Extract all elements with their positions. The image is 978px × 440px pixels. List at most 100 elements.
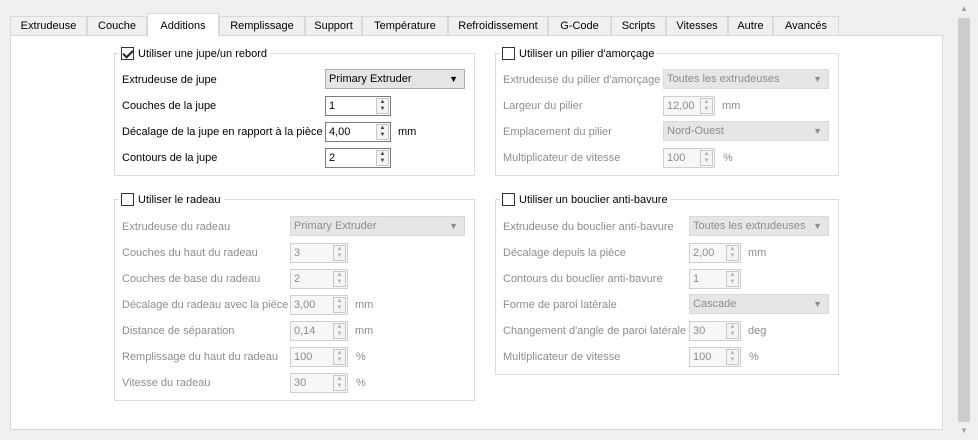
tab-temperature[interactable]: Température <box>362 16 448 36</box>
ooze-shield-extruder-select[interactable]: Toutes les extrudeuses ▼ <box>689 216 829 236</box>
tab-refroidissement[interactable]: Refroidissement <box>448 16 548 36</box>
raft-separation-spinbox[interactable]: 0,14 ▲ ▼ <box>290 321 348 341</box>
raft-base-layers-label: Couches de base du radeau <box>122 273 261 285</box>
prime-pillar-extruder-select[interactable]: Toutes les extrudeuses ▼ <box>663 69 829 89</box>
raft-top-infill-value: 100 <box>294 351 313 363</box>
raft-enable-checkbox[interactable] <box>121 193 134 206</box>
tab-avances[interactable]: Avancés <box>773 16 839 36</box>
raft-speed-label: Vitesse du radeau <box>122 377 211 389</box>
ooze-shield-speed-unit: % <box>749 351 759 363</box>
skirt-group-title: Utiliser une jupe/un rebord <box>119 46 271 61</box>
ooze-shield-enable-checkbox[interactable] <box>502 193 515 206</box>
prime-pillar-width-value: 12,00 <box>667 100 695 112</box>
ooze-shield-group-title: Utiliser un bouclier anti-bavure <box>500 192 671 207</box>
spin-up-icon[interactable]: ▲ <box>334 272 345 279</box>
prime-pillar-location-select[interactable]: Nord-Ouest ▼ <box>663 121 829 141</box>
spin-down-icon[interactable]: ▼ <box>727 279 738 286</box>
ooze-shield-offset-spinbox[interactable]: 2,00 ▲ ▼ <box>689 243 741 263</box>
spin-down-icon[interactable]: ▼ <box>727 253 738 260</box>
tab-extrudeuse[interactable]: Extrudeuse <box>10 16 87 36</box>
spin-up-icon[interactable]: ▲ <box>727 272 738 279</box>
raft-group-title: Utiliser le radeau <box>119 192 224 207</box>
spin-up-icon[interactable]: ▲ <box>701 99 712 106</box>
spin-up-icon[interactable]: ▲ <box>334 298 345 305</box>
prime-pillar-speed-spinbox[interactable]: 100 ▲ ▼ <box>663 148 715 168</box>
tab-remplissage[interactable]: Remplissage <box>219 16 305 36</box>
skirt-offset-unit: mm <box>398 126 417 138</box>
spin-down-icon[interactable]: ▼ <box>377 132 388 139</box>
spin-down-icon[interactable]: ▼ <box>334 357 345 364</box>
ooze-shield-angle-spinbox[interactable]: 30 ▲ ▼ <box>689 321 741 341</box>
spin-up-icon[interactable]: ▲ <box>377 99 388 106</box>
chevron-down-icon: ▼ <box>813 74 822 84</box>
tab-support[interactable]: Support <box>305 16 362 36</box>
raft-top-layers-label: Couches du haut du radeau <box>122 247 258 259</box>
prime-pillar-width-spinbox[interactable]: 12,00 ▲ ▼ <box>663 96 715 116</box>
spin-down-icon[interactable]: ▼ <box>701 106 712 113</box>
skirt-extruder-value: Primary Extruder <box>329 73 412 85</box>
skirt-layers-spinbox[interactable]: 1 ▲ ▼ <box>325 96 391 116</box>
prime-pillar-location-label: Emplacement du pilier <box>503 126 612 138</box>
ooze-shield-title-label: Utiliser un bouclier anti-bavure <box>519 193 668 206</box>
spin-up-icon[interactable]: ▲ <box>334 350 345 357</box>
spin-up-icon[interactable]: ▲ <box>334 376 345 383</box>
spin-down-icon[interactable]: ▼ <box>334 253 345 260</box>
spin-down-icon[interactable]: ▼ <box>334 279 345 286</box>
ooze-shield-speed-spinbox[interactable]: 100 ▲ ▼ <box>689 347 741 367</box>
spin-up-icon[interactable]: ▲ <box>727 246 738 253</box>
ooze-shield-wall-shape-select[interactable]: Cascade ▼ <box>689 294 829 314</box>
spin-up-icon[interactable]: ▲ <box>334 324 345 331</box>
spin-down-icon[interactable]: ▼ <box>727 357 738 364</box>
tab-autre[interactable]: Autre <box>728 16 773 36</box>
prime-pillar-group-title: Utiliser un pilier d'amorçage <box>500 46 658 61</box>
raft-top-layers-spinbox[interactable]: 3 ▲ ▼ <box>290 243 348 263</box>
tab-gcode[interactable]: G-Code <box>548 16 611 36</box>
spin-down-icon[interactable]: ▼ <box>334 331 345 338</box>
spin-down-icon[interactable]: ▼ <box>377 158 388 165</box>
raft-base-layers-spinbox[interactable]: 2 ▲ ▼ <box>290 269 348 289</box>
raft-top-infill-label: Remplissage du haut du radeau <box>122 351 278 363</box>
raft-title-label: Utiliser le radeau <box>138 193 221 206</box>
chevron-down-icon: ▼ <box>449 221 458 231</box>
scroll-up-icon[interactable]: ▲ <box>958 2 970 16</box>
tab-vitesses[interactable]: Vitesses <box>666 16 728 36</box>
tab-scripts[interactable]: Scripts <box>611 16 666 36</box>
spin-up-icon[interactable]: ▲ <box>377 151 388 158</box>
spin-down-icon[interactable]: ▼ <box>377 106 388 113</box>
raft-extruder-select[interactable]: Primary Extruder ▼ <box>290 216 465 236</box>
scroll-down-icon[interactable]: ▼ <box>958 424 970 438</box>
tab-additions[interactable]: Additions <box>147 13 219 37</box>
prime-pillar-title-label: Utiliser un pilier d'amorçage <box>519 47 655 60</box>
skirt-outlines-spinbox[interactable]: 2 ▲ ▼ <box>325 148 391 168</box>
skirt-offset-spinbox[interactable]: 4,00 ▲ ▼ <box>325 122 391 142</box>
spin-up-icon[interactable]: ▲ <box>727 324 738 331</box>
chevron-down-icon: ▼ <box>449 74 458 84</box>
raft-extruder-label: Extrudeuse du radeau <box>122 221 231 233</box>
ooze-shield-outlines-spinbox[interactable]: 1 ▲ ▼ <box>689 269 741 289</box>
raft-offset-spinbox[interactable]: 3,00 ▲ ▼ <box>290 295 348 315</box>
spin-up-icon[interactable]: ▲ <box>334 246 345 253</box>
spin-down-icon[interactable]: ▼ <box>727 331 738 338</box>
raft-separation-label: Distance de séparation <box>122 325 235 337</box>
spin-up-icon[interactable]: ▲ <box>701 151 712 158</box>
raft-offset-value: 3,00 <box>294 299 316 311</box>
spin-down-icon[interactable]: ▼ <box>334 305 345 312</box>
spin-down-icon[interactable]: ▼ <box>701 158 712 165</box>
spin-up-icon[interactable]: ▲ <box>377 125 388 132</box>
prime-pillar-enable-checkbox[interactable] <box>502 47 515 60</box>
raft-top-infill-spinbox[interactable]: 100 ▲ ▼ <box>290 347 348 367</box>
scrollbar-thumb[interactable] <box>958 18 970 422</box>
ooze-shield-offset-unit: mm <box>748 247 767 259</box>
tab-couche[interactable]: Couche <box>87 16 147 36</box>
spin-down-icon[interactable]: ▼ <box>334 383 345 390</box>
raft-top-layers-value: 3 <box>294 247 301 259</box>
ooze-shield-angle-value: 30 <box>693 325 706 337</box>
ooze-shield-extruder-value: Toutes les extrudeuses <box>693 220 806 232</box>
raft-speed-spinbox[interactable]: 30 ▲ ▼ <box>290 373 348 393</box>
skirt-extruder-select[interactable]: Primary Extruder ▼ <box>325 69 465 89</box>
raft-extruder-value: Primary Extruder <box>294 220 377 232</box>
prime-pillar-location-value: Nord-Ouest <box>667 125 724 137</box>
skirt-enable-checkbox[interactable] <box>121 47 134 60</box>
ooze-shield-angle-label: Changement d'angle de paroi latérale <box>503 325 687 337</box>
spin-up-icon[interactable]: ▲ <box>727 350 738 357</box>
